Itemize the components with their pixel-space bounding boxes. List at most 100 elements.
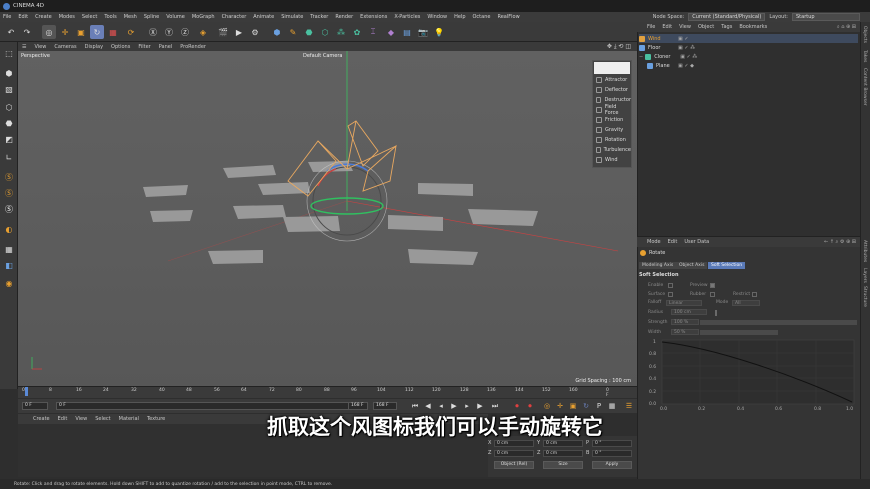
lock-icon[interactable]: ◉ — [2, 276, 16, 290]
menu-character[interactable]: Character — [222, 14, 247, 20]
side-tab-attributes[interactable]: Attributes — [862, 240, 867, 262]
rubber-checkbox[interactable] — [710, 292, 715, 297]
obj-menu-bookmarks[interactable]: Bookmarks — [739, 24, 767, 30]
render-view-icon[interactable]: 🎬 — [216, 25, 230, 39]
play-icon[interactable]: ▶ — [449, 401, 459, 411]
scale-icon[interactable]: ▣ — [74, 25, 88, 39]
mograph-icon[interactable]: ✿ — [350, 25, 364, 39]
visibility-icon[interactable]: ▣ ✓ ◆ — [678, 63, 694, 69]
move-icon[interactable]: ✛ — [58, 25, 72, 39]
light-icon[interactable]: 💡 — [432, 25, 446, 39]
obj-menu-view[interactable]: View — [679, 24, 691, 30]
rotate-icon[interactable]: ↻ — [90, 25, 104, 39]
menu-modes[interactable]: Modes — [59, 14, 75, 20]
attr-nav-icon[interactable]: ← ↑ ⌕ ⚙ ⊕ ⊞ — [824, 239, 856, 245]
falloff-dropdown[interactable]: Linear — [666, 300, 702, 306]
vp-menu-prorender[interactable]: ProRender — [180, 44, 206, 50]
mat-menu-material[interactable]: Material — [119, 416, 139, 422]
attr-menu-mode[interactable]: Mode — [647, 239, 661, 245]
menu-mograph[interactable]: MoGraph — [192, 14, 215, 20]
mat-menu-edit[interactable]: Edit — [58, 416, 68, 422]
render-settings-icon[interactable]: ⚙ — [248, 25, 262, 39]
param-key-icon[interactable]: P — [594, 401, 604, 411]
coord-z2-field[interactable]: 0 cm — [543, 450, 583, 457]
view-menu-icon[interactable]: ☰ — [22, 44, 26, 50]
prev-key-icon[interactable]: ◀ — [423, 401, 433, 411]
force-item-field-force[interactable]: Field Force — [593, 104, 631, 116]
force-item-attractor[interactable]: Attractor — [593, 75, 631, 85]
coord-size-dropdown[interactable]: Size — [543, 461, 583, 469]
coord-x-field[interactable]: 0 cm — [494, 440, 534, 447]
object-row-cloner[interactable]: − Cloner ▣ ✓ ⁂ — [639, 52, 858, 61]
menu-create[interactable]: Create — [35, 14, 52, 20]
extrude-icon[interactable]: ⬡ — [318, 25, 332, 39]
prev-frame-icon[interactable]: ◂ — [436, 401, 446, 411]
max-frame-field[interactable]: 168 F — [373, 402, 397, 410]
vp-menu-display[interactable]: Display — [85, 44, 103, 50]
cloner-icon[interactable]: ⁂ — [334, 25, 348, 39]
coord-mode-dropdown[interactable]: Object (Rel) — [494, 461, 534, 469]
force-item-rotation[interactable]: Rotation — [593, 135, 631, 145]
menu-select[interactable]: Select — [82, 14, 97, 20]
record-icon[interactable]: ⏺ — [512, 401, 522, 411]
object-row-plane[interactable]: Plane ▣ ✓ ◆ — [639, 61, 858, 70]
obj-menu-tags[interactable]: Tags — [721, 24, 732, 30]
menu-spline[interactable]: Spline — [144, 14, 159, 20]
side-tab-structure[interactable]: Structure — [862, 286, 867, 307]
pla-key-icon[interactable]: ▦ — [607, 401, 617, 411]
visibility-icon[interactable]: ▣ ✓ ⁂ — [678, 45, 695, 51]
position-key-icon[interactable]: ✛ — [555, 401, 565, 411]
menu-extensions[interactable]: Extensions — [360, 14, 387, 20]
force-item-turbulence[interactable]: Turbulence — [593, 145, 631, 155]
side-tab-objects[interactable]: Objects — [862, 26, 867, 43]
visibility-icon[interactable]: ▣ ✓ ⁂ — [680, 54, 697, 60]
polygons-mode-icon[interactable]: ◩ — [2, 132, 16, 146]
tab-soft-selection[interactable]: Soft Selection — [708, 262, 746, 269]
z-axis-icon[interactable]: Ⓩ — [178, 25, 192, 39]
obj-menu-file[interactable]: File — [647, 24, 655, 30]
tab-modeling-axis[interactable]: Modeling Axis — [639, 262, 677, 269]
last-tool-icon[interactable]: ▦ — [106, 25, 120, 39]
go-to-start-icon[interactable]: ⏮ — [410, 401, 420, 411]
rotation-key-icon[interactable]: ↻ — [581, 401, 591, 411]
side-tab-content-browser[interactable]: Content Browser — [862, 68, 867, 106]
menu-edit[interactable]: Edit — [18, 14, 28, 20]
node-space-dropdown[interactable]: Current (Standard/Physical) — [688, 13, 766, 21]
menu-render[interactable]: Render — [335, 14, 353, 20]
coord-y2-field[interactable]: 0 cm — [543, 440, 583, 447]
mat-menu-view[interactable]: View — [75, 416, 87, 422]
playhead[interactable] — [25, 387, 28, 396]
preview-checkbox[interactable] — [710, 283, 715, 288]
next-frame-icon[interactable]: ▸ — [462, 401, 472, 411]
enable-checkbox[interactable] — [668, 283, 673, 288]
object-row-floor[interactable]: Floor ▣ ✓ ⁂ — [639, 43, 858, 52]
menu-help[interactable]: Help — [454, 14, 465, 20]
floor-icon[interactable]: ▤ — [400, 25, 414, 39]
obj-menu-object[interactable]: Object — [698, 24, 714, 30]
live-selection-icon[interactable]: ◎ — [42, 25, 56, 39]
menu-tracker[interactable]: Tracker — [310, 14, 328, 20]
width-slider[interactable] — [700, 330, 778, 335]
falloff-graph[interactable]: 1 0.8 0.6 0.4 0.2 0.0 0.0 0.2 0.4 0.6 0.… — [646, 336, 858, 412]
frame-range-start[interactable]: 0 F — [56, 402, 356, 410]
keyframe-selection-icon[interactable]: ◎ — [542, 401, 552, 411]
points-mode-icon[interactable]: ⬡ — [2, 100, 16, 114]
x-axis-icon[interactable]: Ⓧ — [146, 25, 160, 39]
object-row-wind[interactable]: Wind ▣ ✓ — [639, 34, 858, 43]
menu-mesh[interactable]: Mesh — [124, 14, 137, 20]
strength-slider[interactable] — [700, 320, 857, 325]
undo-icon[interactable]: ↶ — [4, 25, 18, 39]
obj-menu-edit[interactable]: Edit — [662, 24, 672, 30]
model-mode-icon[interactable]: ⬢ — [2, 66, 16, 80]
deformer-icon[interactable]: ⌶ — [366, 25, 380, 39]
menu-simulate[interactable]: Simulate — [281, 14, 303, 20]
menu-volume[interactable]: Volume — [166, 14, 185, 20]
force-item-friction[interactable]: Friction — [593, 115, 631, 125]
menu-animate[interactable]: Animate — [253, 14, 274, 20]
recent-tool-icon[interactable]: ⟳ — [124, 25, 138, 39]
menu-window[interactable]: Window — [427, 14, 447, 20]
side-tab-takes[interactable]: Takes — [862, 50, 867, 62]
y-axis-icon[interactable]: Ⓨ — [162, 25, 176, 39]
edges-mode-icon[interactable]: ⬣ — [2, 116, 16, 130]
render-picture-viewer-icon[interactable]: ▶ — [232, 25, 246, 39]
